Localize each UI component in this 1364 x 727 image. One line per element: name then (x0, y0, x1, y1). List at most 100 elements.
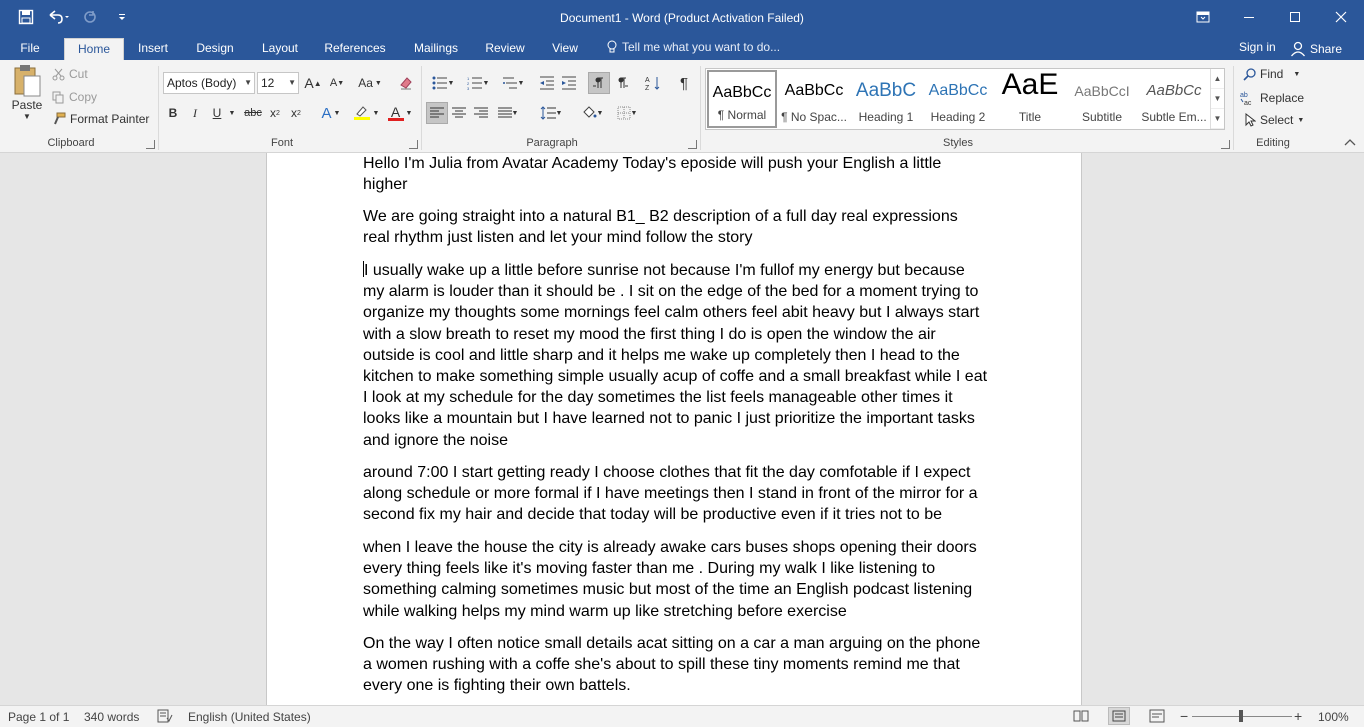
document-page[interactable]: Hello I'm Julia from Avatar Academy Toda… (266, 153, 1082, 705)
tab-references[interactable]: References (320, 38, 390, 60)
superscript-button[interactable]: x2 (285, 102, 307, 124)
zoom-level[interactable]: 100% (1318, 710, 1349, 724)
select-button[interactable]: Select ▼ (1244, 113, 1304, 127)
cut-button[interactable]: Cut (52, 67, 88, 81)
gallery-more-icon[interactable]: ▼ (1211, 109, 1224, 129)
gallery-scroll: ▲ ▼ ▼ (1210, 69, 1224, 129)
increase-indent-button[interactable] (558, 72, 580, 94)
justify-button[interactable]: ▼ (493, 102, 523, 124)
gallery-down-icon[interactable]: ▼ (1211, 89, 1224, 109)
language-indicator[interactable]: English (United States) (188, 710, 311, 724)
tab-file[interactable]: File (8, 38, 52, 60)
word-count[interactable]: 340 words (84, 710, 139, 724)
tab-insert[interactable]: Insert (131, 38, 175, 60)
bullets-button[interactable]: ▼ (427, 72, 459, 94)
bold-button[interactable]: B (162, 102, 184, 124)
font-color-button[interactable]: A ▼ (384, 102, 416, 124)
text-effects-button[interactable]: A ▼ (316, 102, 346, 124)
tab-mailings[interactable]: Mailings (405, 38, 467, 60)
underline-button[interactable]: U (206, 102, 228, 124)
zoom-slider-thumb[interactable] (1239, 710, 1243, 722)
tab-layout[interactable]: Layout (254, 38, 306, 60)
strikethrough-button[interactable]: abc (241, 102, 265, 124)
highlight-button[interactable]: ▼ (350, 102, 382, 124)
proofing-icon[interactable] (157, 709, 173, 723)
shrink-font-button[interactable]: A ▼ (326, 72, 348, 94)
tab-home[interactable]: Home (64, 38, 124, 60)
italic-button[interactable]: I (184, 102, 206, 124)
clear-formatting-button[interactable] (395, 72, 417, 94)
line-spacing-button[interactable]: ▼ (535, 102, 567, 124)
borders-icon (617, 106, 631, 120)
paragraph-launcher-icon[interactable] (688, 140, 697, 149)
borders-button[interactable]: ▼ (611, 102, 643, 124)
group-divider (700, 66, 701, 150)
replace-button[interactable]: ab ac Replace (1240, 90, 1304, 106)
doc-paragraph-5[interactable]: when I leave the house the city is alrea… (363, 537, 988, 622)
grow-font-button[interactable]: A ▲ (302, 72, 324, 94)
style-heading-1[interactable]: AaBbC Heading 1 (851, 70, 921, 128)
font-launcher-icon[interactable] (409, 140, 418, 149)
copy-button[interactable]: Copy (52, 90, 97, 104)
sort-button[interactable]: AZ (642, 72, 664, 94)
maximize-icon[interactable] (1272, 0, 1318, 34)
find-button[interactable]: Find ▼ (1243, 67, 1300, 81)
status-bar: Page 1 of 1 340 words English (United St… (0, 705, 1364, 727)
doc-paragraph-1[interactable]: Hello I'm Julia from Avatar Academy Toda… (363, 153, 988, 195)
style-sample: AaBbCc (1146, 82, 1202, 99)
doc-paragraph-6[interactable]: On the way I often notice small details … (363, 633, 988, 697)
style-normal[interactable]: AaBbCc ¶ Normal (707, 70, 777, 128)
ltr-direction-button[interactable] (588, 72, 610, 94)
tab-review[interactable]: Review (480, 38, 530, 60)
styles-launcher-icon[interactable] (1221, 140, 1230, 149)
font-name-combo[interactable]: Aptos (Body) ▼ (163, 72, 255, 94)
style-heading-2[interactable]: AaBbCc Heading 2 (923, 70, 993, 128)
text-effects-icon: A (321, 104, 332, 122)
tab-design[interactable]: Design (189, 38, 241, 60)
style-title[interactable]: AaE Title (995, 70, 1065, 128)
web-layout-icon[interactable] (1149, 709, 1165, 723)
tab-view[interactable]: View (545, 38, 585, 60)
chevron-down-icon: ▼ (1293, 70, 1301, 78)
align-left-button[interactable] (426, 102, 448, 124)
format-painter-button[interactable]: Format Painter (52, 112, 149, 126)
window-title: Document1 - Word (Product Activation Fai… (560, 11, 804, 25)
style-no-spacing[interactable]: AaBbCc ¶ No Spac... (779, 70, 849, 128)
doc-paragraph-3[interactable]: I usually wake up a little before sunris… (363, 260, 988, 451)
sign-in-link[interactable]: Sign in (1239, 40, 1276, 54)
style-name: Heading 1 (858, 110, 914, 124)
doc-paragraph-4[interactable]: around 7:00 I start getting ready I choo… (363, 462, 988, 526)
ribbon-display-options-icon[interactable] (1180, 0, 1226, 34)
share-button[interactable]: Share (1290, 38, 1342, 59)
zoom-out-button[interactable]: − (1180, 708, 1188, 724)
increase-indent-icon (561, 76, 577, 90)
align-right-button[interactable] (470, 102, 492, 124)
subscript-button[interactable]: x2 (264, 102, 286, 124)
font-size-combo[interactable]: 12 ▼ (257, 72, 299, 94)
read-mode-icon[interactable] (1073, 709, 1089, 723)
close-icon[interactable] (1318, 0, 1364, 34)
paste-button[interactable]: Paste ▼ (8, 64, 46, 121)
numbering-button[interactable]: 123 ▼ (462, 72, 494, 94)
style-subtitle[interactable]: AaBbCcI Subtitle (1067, 70, 1137, 128)
collapse-ribbon-icon[interactable] (1344, 138, 1356, 149)
zoom-in-button[interactable]: + (1294, 708, 1302, 724)
change-case-button[interactable]: Aa ▼ (355, 72, 385, 94)
style-subtle-emphasis[interactable]: AaBbCc Subtle Em... (1139, 70, 1209, 128)
align-center-button[interactable] (448, 102, 470, 124)
show-hide-marks-button[interactable]: ¶ (673, 72, 695, 94)
print-layout-icon[interactable] (1108, 707, 1130, 725)
underline-dropdown-icon[interactable]: ▼ (226, 102, 238, 124)
page-count[interactable]: Page 1 of 1 (8, 710, 69, 724)
rtl-direction-button[interactable] (611, 72, 633, 94)
decrease-indent-button[interactable] (536, 72, 558, 94)
gallery-up-icon[interactable]: ▲ (1211, 69, 1224, 89)
doc-paragraph-2[interactable]: We are going straight into a natural B1_… (363, 206, 988, 248)
clipboard-launcher-icon[interactable] (146, 140, 155, 149)
tell-me-box[interactable]: Tell me what you want to do... (606, 40, 780, 54)
bullets-icon (432, 76, 448, 90)
multilevel-list-button[interactable]: ▼ (497, 72, 529, 94)
minimize-icon[interactable] (1226, 0, 1272, 34)
window-controls (1180, 0, 1364, 34)
shading-button[interactable]: ▼ (576, 102, 608, 124)
